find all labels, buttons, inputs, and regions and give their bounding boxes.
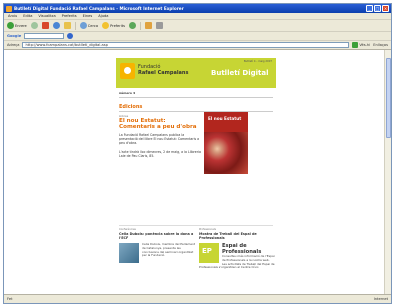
ie-icon xyxy=(6,5,12,12)
book-cover-image[interactable]: El nou Estatut xyxy=(204,112,248,174)
stop-button[interactable] xyxy=(41,22,49,30)
history-icon xyxy=(129,22,137,29)
menu-favorites[interactable]: Preferits xyxy=(62,14,77,18)
address-input[interactable]: http://www.fcampalans.cat/butlleti_digit… xyxy=(22,42,350,48)
home-icon xyxy=(63,22,71,29)
divider xyxy=(119,97,273,98)
browser-window: Butlletí Digital Fundació Rafael Campala… xyxy=(3,3,392,304)
status-bar: Fet Internet xyxy=(4,294,391,303)
links-label[interactable]: Enllaços xyxy=(373,43,388,47)
close-button[interactable]: × xyxy=(382,5,389,12)
star-icon xyxy=(102,22,110,29)
vertical-scrollbar[interactable] xyxy=(384,50,391,296)
address-bar: Adreça http://www.fcampalans.cat/butllet… xyxy=(4,41,391,50)
book-cover-photo xyxy=(204,132,248,174)
google-search-icon[interactable] xyxy=(67,33,74,39)
menu-help[interactable]: Ajuda xyxy=(98,14,108,18)
standard-toolbar: Enrere Cerca Preferits xyxy=(4,20,391,32)
book-cover-title: El nou Estatut xyxy=(208,116,242,121)
menu-tools[interactable]: Eines xyxy=(83,14,93,18)
forward-button[interactable] xyxy=(30,22,38,30)
newsletter-banner: Fundació Rafael Campalans Butlletí Digit… xyxy=(116,58,276,88)
top-note: Butlletí 4 - maig 2007 xyxy=(243,60,272,63)
newsletter-page: Fundació Rafael Campalans Butlletí Digit… xyxy=(116,58,276,296)
search-icon xyxy=(79,22,87,29)
menu-view[interactable]: Visualitza xyxy=(38,14,55,18)
minimize-button[interactable]: _ xyxy=(366,5,373,12)
google-search-input[interactable] xyxy=(24,33,65,39)
status-text: Fet xyxy=(7,297,13,301)
maximize-button[interactable]: □ xyxy=(374,5,381,12)
google-label: Google xyxy=(7,34,22,38)
divider xyxy=(119,111,273,112)
address-label: Adreça xyxy=(7,43,20,47)
news-item: Professionals Mostra de Treball del Espa… xyxy=(199,228,275,270)
news-thumbnail[interactable] xyxy=(119,243,139,263)
news-title[interactable]: Mostra de Treball del Espai de Professio… xyxy=(199,232,275,240)
go-button[interactable]: Vés-hi xyxy=(352,42,370,48)
news-title[interactable]: Celia Dubois: ponència sobre la dona a l… xyxy=(119,232,195,240)
espai-logo-icon: EP xyxy=(199,243,219,263)
print-button[interactable] xyxy=(156,22,164,30)
mail-icon xyxy=(145,22,153,29)
refresh-icon xyxy=(52,22,60,29)
back-button[interactable]: Enrere xyxy=(7,22,27,30)
bulletin-title: Butlletí Digital xyxy=(211,69,269,77)
window-title: Butlletí Digital Fundació Rafael Campala… xyxy=(14,6,184,11)
issue-number: número 4 xyxy=(119,91,136,95)
back-arrow-icon xyxy=(7,22,14,29)
article-paragraph: La Fundació Rafael Campalans publica la … xyxy=(119,133,200,146)
forward-arrow-icon xyxy=(30,22,38,29)
security-zone: Internet xyxy=(373,297,388,301)
title-bar: Butlletí Digital Fundació Rafael Campala… xyxy=(4,4,391,13)
favorites-button[interactable]: Preferits xyxy=(102,22,125,30)
menu-file[interactable]: Arxiu xyxy=(8,14,17,18)
section-title: Edicions xyxy=(119,104,143,110)
search-button[interactable]: Cerca xyxy=(79,22,98,30)
foundation-logo xyxy=(120,63,135,79)
refresh-button[interactable] xyxy=(52,22,60,30)
news-meta: Professionals xyxy=(199,228,216,231)
brand-line-2: Rafael Campalans xyxy=(138,70,189,76)
scrollbar-thumb[interactable] xyxy=(386,58,391,138)
news-meta: Conferències xyxy=(119,228,136,231)
print-icon xyxy=(156,22,164,29)
article-paragraph: L'acte tindrà lloc dimecres, 2 de maig, … xyxy=(119,150,201,159)
stop-icon xyxy=(41,22,49,29)
article-title[interactable]: El nou Estatut: Comentaris a peu d'obra xyxy=(119,118,199,130)
divider xyxy=(119,225,273,226)
news-item: Conferències Celia Dubois: ponència sobr… xyxy=(119,228,195,263)
menu-bar: Arxiu Edita Visualitza Preferits Eines A… xyxy=(4,13,391,20)
google-toolbar: Google xyxy=(4,32,391,41)
home-button[interactable] xyxy=(63,22,71,30)
mail-button[interactable] xyxy=(145,22,153,30)
page-viewport: Fundació Rafael Campalans Butlletí Digit… xyxy=(4,50,386,296)
go-arrow-icon xyxy=(352,42,359,48)
menu-edit[interactable]: Edita xyxy=(23,14,32,18)
history-button[interactable] xyxy=(129,22,137,30)
